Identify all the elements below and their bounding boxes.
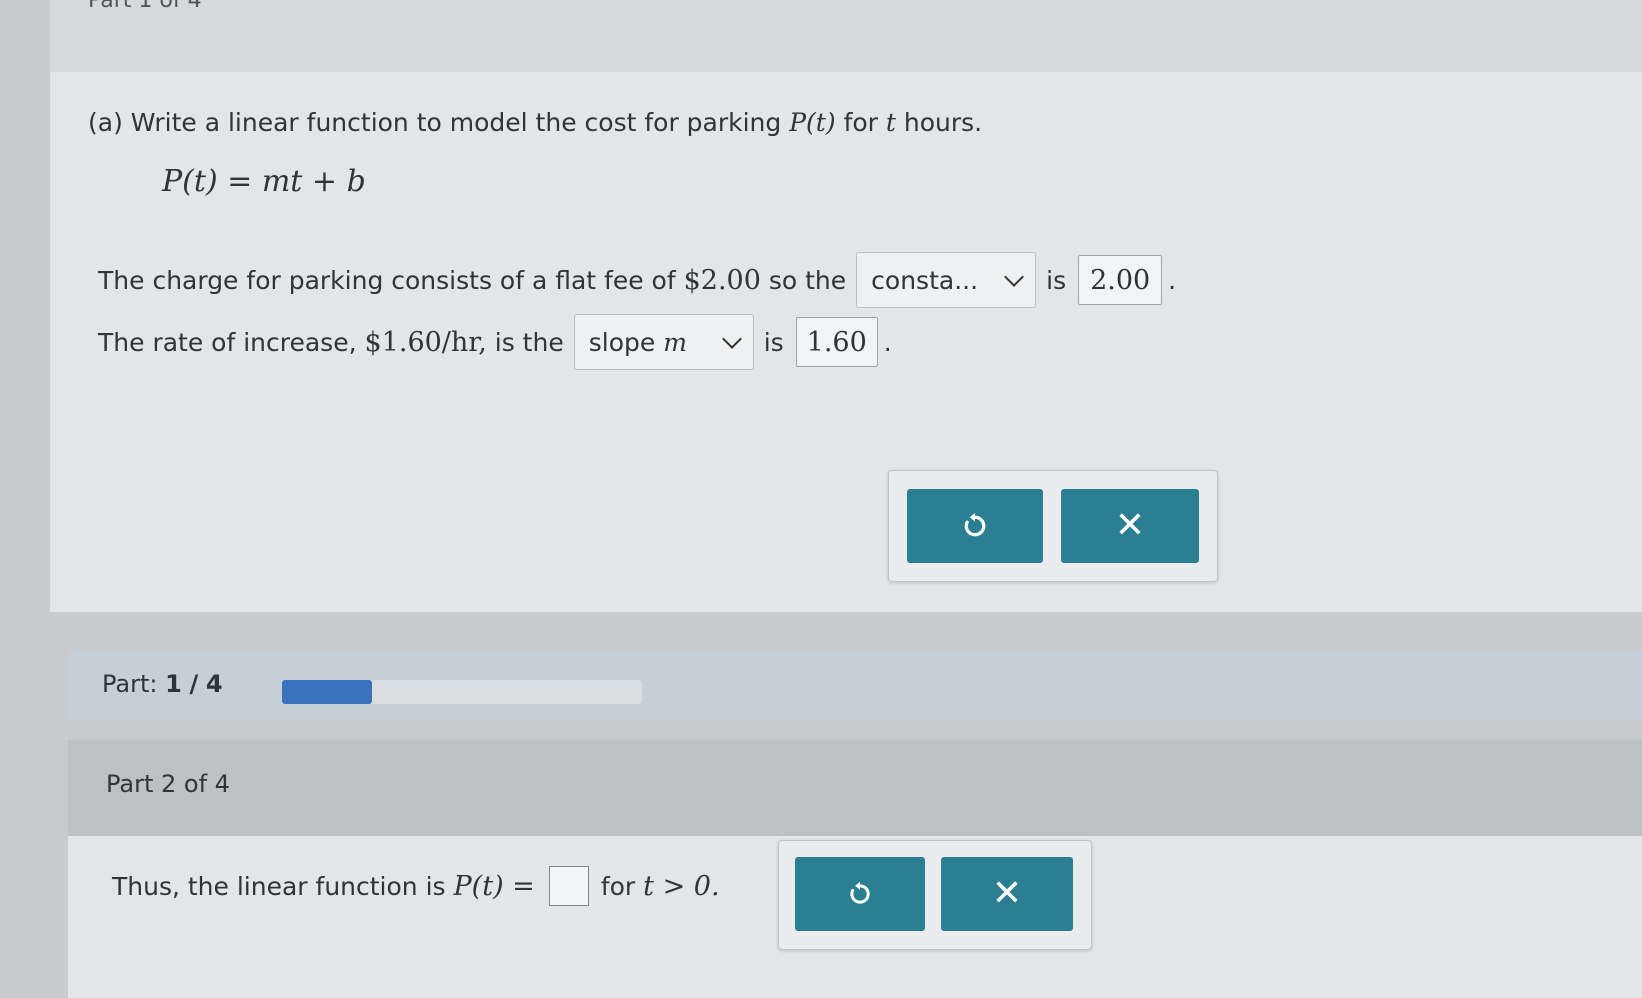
part-1-header: Part 1 of 4 [50, 0, 1642, 72]
close-icon: ✕ [991, 873, 1023, 914]
flat-fee-text: The charge for parking consists of a fla… [98, 265, 676, 295]
linear-function-sentence: Thus, the linear function is P(t) = for … [112, 866, 720, 906]
current-part: 1 [165, 670, 182, 698]
flat-fee-amount: $2.00 [683, 264, 761, 296]
progress-track [282, 680, 642, 704]
for-text: for [600, 871, 636, 901]
slope-dropdown[interactable]: slope m [573, 314, 754, 370]
part-1-action-group: ✕ [888, 470, 1218, 582]
period: . [883, 327, 892, 357]
part-1-panel: (a) Write a linear function to model the… [50, 72, 1642, 612]
part-2-action-group: ✕ [778, 840, 1092, 950]
slope-label: slope [588, 327, 656, 357]
part-text: Part: [102, 670, 158, 698]
so-the-text: so the [768, 265, 847, 295]
slope-variable: m [663, 327, 687, 357]
clear-button[interactable]: ✕ [941, 857, 1073, 931]
constant-answer-box[interactable]: 2.00 [1078, 255, 1163, 305]
progress-bar-section: Part: 1 / 4 [68, 650, 1642, 720]
question-suffix: hours. [903, 108, 983, 137]
part-2-panel: Thus, the linear function is P(t) = for … [68, 836, 1642, 998]
linear-function-text: Thus, the linear function is [112, 871, 446, 901]
question-prefix: (a) Write a linear function to model the… [88, 108, 782, 137]
model-formula: P(t) = mt + b [162, 164, 366, 199]
close-icon: ✕ [1114, 505, 1146, 546]
part-2-label: Part 2 of 4 [106, 770, 230, 798]
progress-fill [282, 680, 372, 704]
rate-amount: $1.60/hr, [364, 326, 487, 358]
question-function: P(t) [789, 108, 836, 137]
linear-function-label: P(t) = [453, 870, 535, 902]
slope-answer-box[interactable]: 1.60 [795, 317, 878, 367]
part-2-header: Part 2 of 4 [68, 740, 1642, 836]
function-answer-box[interactable] [548, 866, 589, 906]
slope-dropdown-value: slope m [589, 328, 687, 357]
part-separator: / [189, 670, 199, 698]
undo-icon [850, 881, 870, 904]
total-parts: 4 [205, 670, 223, 698]
clear-button[interactable]: ✕ [1061, 489, 1199, 563]
undo-button[interactable] [795, 857, 925, 931]
part-progress-label: Part: 1 / 4 [102, 670, 223, 698]
constant-dropdown-value: consta... [871, 265, 979, 295]
is-text: is [1046, 265, 1067, 295]
rate-text: The rate of increase, [98, 327, 357, 357]
part-1-label: Part 1 of 4 [88, 0, 202, 13]
is-text: is [763, 327, 784, 357]
chevron-down-icon [1004, 267, 1025, 287]
undo-button[interactable] [907, 489, 1043, 563]
question-for: for [843, 108, 878, 137]
domain-condition: t > 0. [643, 870, 720, 902]
flat-fee-sentence: The charge for parking consists of a fla… [98, 252, 1176, 308]
is-the-text: is the [494, 327, 564, 357]
chevron-down-icon [721, 329, 742, 349]
rate-sentence: The rate of increase, $1.60/hr, is the s… [98, 314, 892, 370]
question-variable: t [885, 108, 896, 137]
question-text: (a) Write a linear function to model the… [88, 108, 982, 137]
period: . [1168, 265, 1177, 295]
undo-icon [964, 512, 986, 537]
constant-dropdown[interactable]: consta... [856, 252, 1037, 308]
